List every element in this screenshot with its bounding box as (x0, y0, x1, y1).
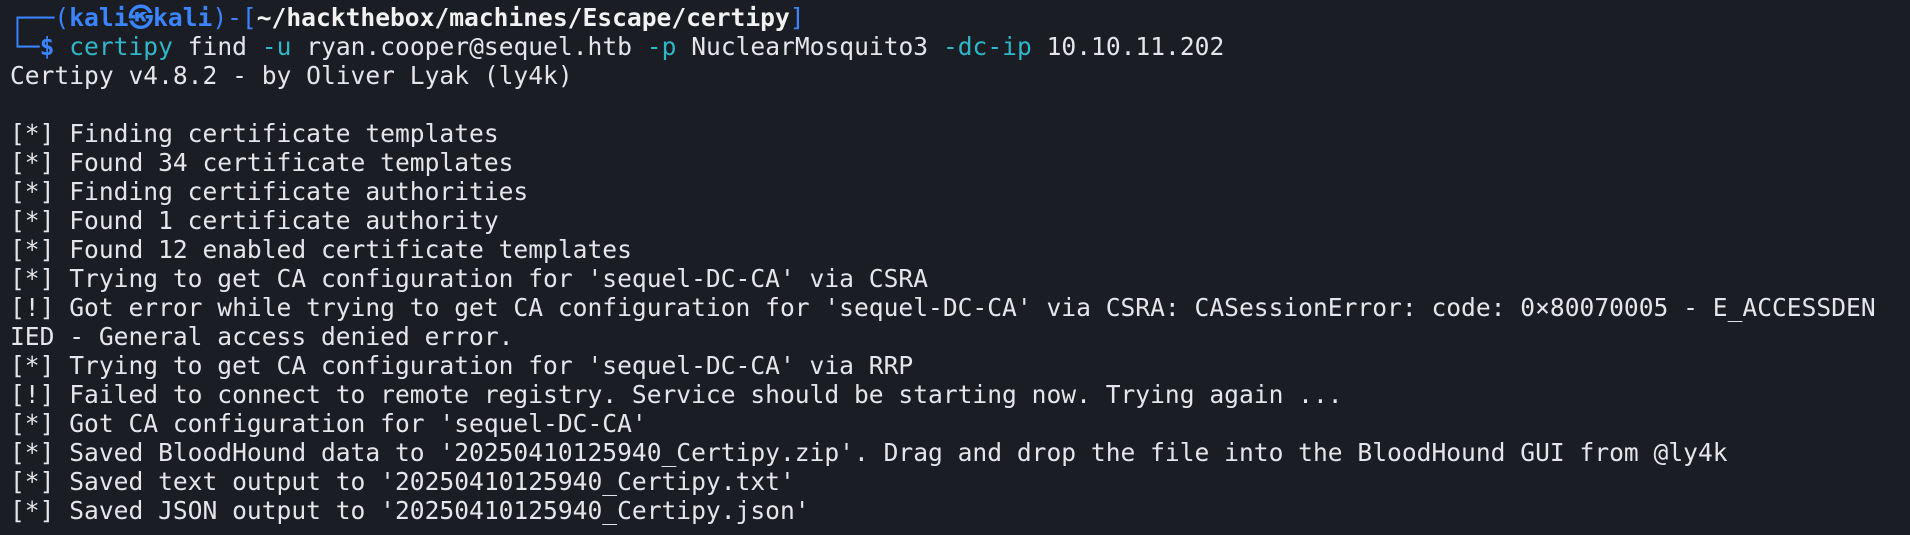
command-pass-value: NuclearMosquito3 (691, 32, 929, 61)
output-line: [*] Trying to get CA configuration for '… (10, 351, 914, 380)
prompt-corner-top: ┌──( (10, 3, 70, 32)
prompt-host: kali (153, 3, 213, 32)
command-program: certipy (69, 32, 173, 61)
command-flag-pass: -p (646, 32, 677, 61)
output-line-error-wrap: IED - General access denied error. (10, 322, 514, 351)
output-line: [*] Finding certificate templates (10, 119, 499, 148)
output-line: [*] Found 1 certificate authority (10, 206, 499, 235)
output-line: [*] Found 34 certificate templates (10, 148, 514, 177)
prompt-separator: )-[ (212, 3, 257, 32)
output-line: [*] Saved BloodHound data to '2025041012… (10, 438, 1728, 467)
terminal-window[interactable]: ┌──(kali㉿kali)-[~/hackthebox/machines/Es… (0, 0, 1910, 535)
output-line: [*] Finding certificate authorities (10, 177, 529, 206)
command-line[interactable]: └─$ certipy find -u ryan.cooper@sequel.h… (10, 32, 1900, 61)
command-flag-user: -u (261, 32, 292, 61)
output-line: [*] Trying to get CA configuration for '… (10, 264, 929, 293)
output-line: [*] Got CA configuration for 'sequel-DC-… (10, 409, 647, 438)
prompt-line: ┌──(kali㉿kali)-[~/hackthebox/machines/Es… (10, 3, 1900, 32)
prompt-corner-bottom: └─ (10, 32, 40, 61)
command-subcommand: find (187, 32, 247, 61)
skull-icon: ㉿ (128, 3, 154, 32)
prompt-user: kali (69, 3, 129, 32)
command-user-value: ryan.cooper@sequel.htb (306, 32, 632, 61)
output-line: Certipy v4.8.2 - by Oliver Lyak (ly4k) (10, 61, 573, 90)
output-line: [*] Found 12 enabled certificate templat… (10, 235, 632, 264)
output-line: [*] Saved JSON output to '20250410125940… (10, 496, 810, 525)
command-flag-dc: -dc-ip (942, 32, 1032, 61)
command-dc-value: 10.10.11.202 (1046, 32, 1225, 61)
output-line: [*] Saved text output to '20250410125940… (10, 467, 795, 496)
prompt-dollar: $ (39, 32, 55, 61)
prompt-path: ~/hackthebox/machines/Escape/certipy (256, 3, 790, 32)
output-line-error: [!] Failed to connect to remote registry… (10, 380, 1343, 409)
output-line-error: [!] Got error while trying to get CA con… (10, 293, 1876, 322)
prompt-close: ] (789, 3, 805, 32)
